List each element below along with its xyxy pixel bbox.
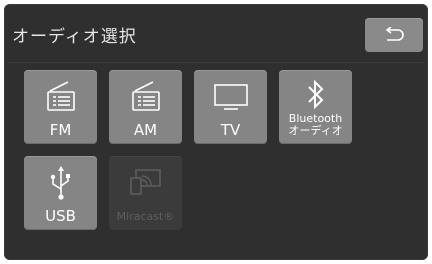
source-button-miracast: Miracast® bbox=[109, 156, 182, 230]
back-button[interactable] bbox=[365, 18, 423, 52]
usb-icon bbox=[50, 166, 70, 200]
audio-select-screen: オーディオ選択 FM AM TV Bluetooth オーディオ USB Mir… bbox=[4, 4, 428, 260]
page-title: オーディオ選択 bbox=[12, 27, 137, 47]
source-button-am[interactable]: AM bbox=[109, 70, 182, 144]
source-label-am: AM bbox=[133, 121, 158, 139]
tv-icon bbox=[213, 84, 248, 110]
return-arrow-icon bbox=[385, 27, 404, 41]
source-label-bluetooth-line2: オーディオ bbox=[288, 124, 343, 137]
source-button-fm[interactable]: FM bbox=[24, 70, 97, 144]
header-divider bbox=[8, 62, 424, 63]
bluetooth-icon bbox=[307, 79, 323, 110]
source-label-bluetooth-audio: Bluetooth オーディオ bbox=[279, 113, 352, 137]
source-label-tv: TV bbox=[220, 121, 241, 139]
source-button-bluetooth-audio[interactable]: Bluetooth オーディオ bbox=[279, 70, 352, 144]
source-label-miracast: Miracast® bbox=[116, 210, 175, 223]
source-button-tv[interactable]: TV bbox=[194, 70, 267, 144]
miracast-icon bbox=[129, 169, 161, 195]
radio-icon bbox=[46, 81, 75, 111]
source-label-usb: USB bbox=[45, 207, 76, 225]
source-label-fm: FM bbox=[49, 121, 72, 139]
source-button-usb[interactable]: USB bbox=[24, 156, 97, 230]
radio-icon bbox=[131, 81, 160, 111]
